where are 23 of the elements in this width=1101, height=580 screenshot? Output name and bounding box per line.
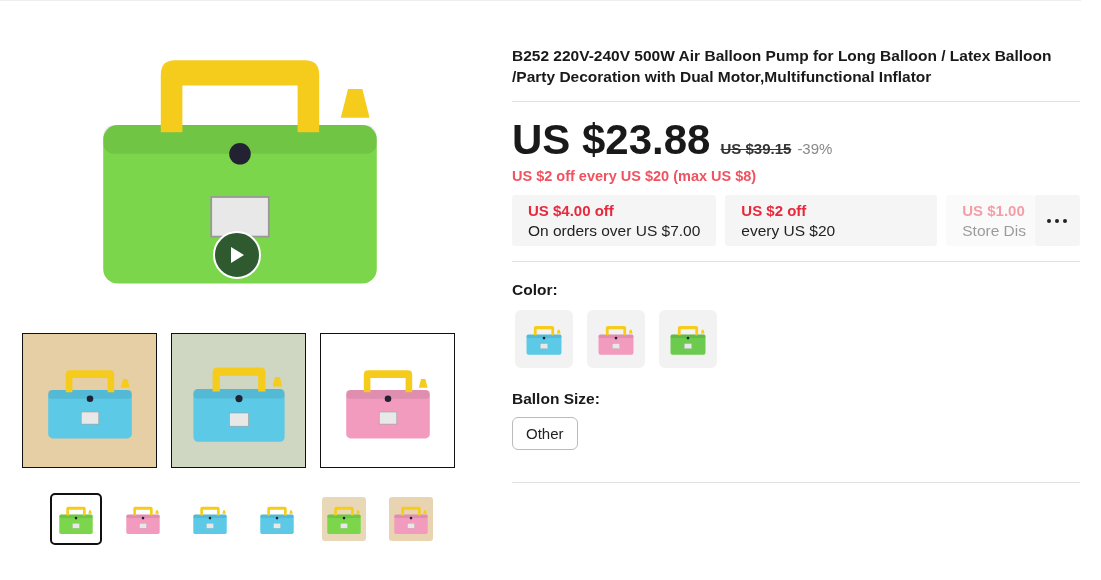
more-button[interactable] xyxy=(1034,195,1080,246)
coupon-condition: On orders over US $7.00 xyxy=(528,221,701,240)
coupon-condition: Store Dis xyxy=(962,221,1027,240)
original-price: US $39.15 xyxy=(720,140,792,157)
coupon-amount: US $4.00 off xyxy=(528,201,615,220)
coupon-amount: US $1.00 xyxy=(962,201,1026,220)
size-label: Ballon Size: xyxy=(512,390,601,408)
more-icon xyxy=(1047,218,1068,223)
coupon-condition: every US $20 xyxy=(741,221,837,240)
product-title: B252 220V-240V 500W Air Balloon Pump for Long Balloon / Latex Balloon /Party Decoration with Dual Motor,Multifunctional Inflator xyxy=(512,45,1080,102)
discount-percent: -39% xyxy=(797,140,833,157)
play-icon xyxy=(229,246,245,264)
size-option[interactable]: Other xyxy=(512,417,578,450)
color-option[interactable] xyxy=(587,310,645,368)
coupon-amount: US $2 off xyxy=(741,201,808,220)
coupon-card[interactable]: US $2 off every US $20 xyxy=(725,195,938,246)
current-price: US $23.88 xyxy=(512,116,711,164)
promo-text: US $2 off every US $20 (max US $8) xyxy=(512,168,758,184)
color-label: Color: xyxy=(512,281,559,299)
color-option[interactable] xyxy=(515,310,573,368)
coupon-card[interactable]: US $4.00 off On orders over US $7.00 xyxy=(512,195,717,246)
thumbnail-button[interactable] xyxy=(50,493,102,545)
color-option[interactable] xyxy=(659,310,717,368)
